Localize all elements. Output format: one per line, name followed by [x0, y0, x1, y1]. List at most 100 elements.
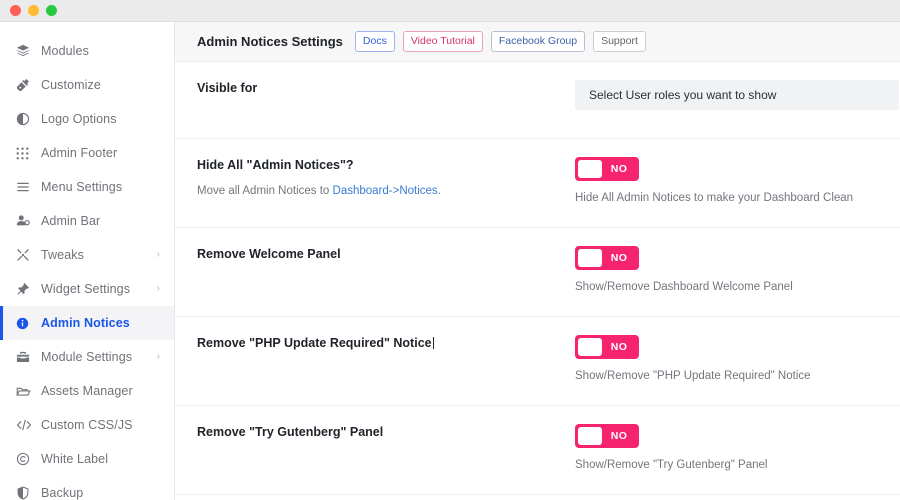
- contrast-icon: [16, 112, 33, 126]
- sidebar-item-admin-notices[interactable]: Admin Notices: [0, 306, 174, 340]
- user-roles-select[interactable]: Select User roles you want to show: [575, 80, 899, 110]
- sidebar-item-admin-bar[interactable]: Admin Bar: [0, 204, 174, 238]
- docs-button[interactable]: Docs: [355, 31, 395, 53]
- facebook-group-button[interactable]: Facebook Group: [491, 31, 585, 53]
- window-titlebar: [0, 0, 900, 22]
- sidebar-item-label: Admin Footer: [41, 146, 117, 160]
- user-roles-select-value: Select User roles you want to show: [589, 88, 776, 102]
- chevron-right-icon: ›: [157, 352, 164, 362]
- sidebar-item-label: Modules: [41, 44, 89, 58]
- sidebar: Modules Customize Logo Options Admin Foo…: [0, 22, 175, 500]
- dashboard-notices-link[interactable]: Dashboard->Notices: [333, 185, 438, 197]
- setting-label-area: Remove Welcome Panel: [197, 246, 575, 263]
- layers-icon: [16, 44, 33, 58]
- setting-label-area: Remove "PHP Update Required" Notice: [197, 335, 575, 352]
- page-header: Admin Notices Settings Docs Video Tutori…: [175, 22, 900, 62]
- setting-control-area: NO Show/Remove "PHP Update Required" Not…: [575, 335, 900, 382]
- tools-icon: [16, 248, 33, 262]
- toolbox-icon: [16, 350, 33, 364]
- sidebar-item-modules[interactable]: Modules: [0, 34, 174, 68]
- remove-try-gutenberg-panel-toggle[interactable]: NO: [575, 424, 639, 448]
- sidebar-item-white-label[interactable]: White Label: [0, 442, 174, 476]
- setting-title: Remove Welcome Panel: [197, 246, 561, 263]
- toggle-knob: [578, 249, 602, 267]
- sidebar-item-label: Menu Settings: [41, 180, 122, 194]
- hamburger-icon: [16, 180, 33, 194]
- sidebar-item-menu-settings[interactable]: Menu Settings: [0, 170, 174, 204]
- sidebar-item-label: Admin Bar: [41, 214, 100, 228]
- setting-label-area: Hide All "Admin Notices"? Move all Admin…: [197, 157, 575, 199]
- sidebar-item-label: Widget Settings: [41, 282, 130, 296]
- support-button[interactable]: Support: [593, 31, 646, 53]
- toggle-state-label: NO: [602, 430, 636, 442]
- app-body: Modules Customize Logo Options Admin Foo…: [0, 22, 900, 500]
- grid-dots-icon: [16, 146, 33, 160]
- sidebar-item-label: Admin Notices: [41, 316, 130, 330]
- setting-title: Visible for: [197, 80, 561, 97]
- sidebar-item-widget-settings[interactable]: Widget Settings ›: [0, 272, 174, 306]
- sidebar-item-customize[interactable]: Customize: [0, 68, 174, 102]
- setting-row-remove-try-gutenberg-panel: Remove "Try Gutenberg" Panel NO Show/Rem…: [175, 406, 900, 495]
- toggle-knob: [578, 338, 602, 356]
- setting-title: Hide All "Admin Notices"?: [197, 157, 561, 174]
- setting-control-area: Select User roles you want to show: [575, 80, 900, 110]
- sidebar-item-logo-options[interactable]: Logo Options: [0, 102, 174, 136]
- sidebar-item-label: Customize: [41, 78, 101, 92]
- sidebar-item-module-settings[interactable]: Module Settings ›: [0, 340, 174, 374]
- setting-control-area: NO Show/Remove "Try Gutenberg" Panel: [575, 424, 900, 471]
- sidebar-item-label: Backup: [41, 486, 83, 500]
- user-gear-icon: [16, 214, 33, 228]
- copyright-icon: [16, 452, 33, 466]
- chevron-right-icon: ›: [157, 250, 164, 260]
- video-tutorial-button[interactable]: Video Tutorial: [403, 31, 483, 53]
- setting-title-text: Remove "PHP Update Required" Notice: [197, 336, 432, 350]
- setting-title: Remove "PHP Update Required" Notice: [197, 335, 561, 352]
- sidebar-item-label: Tweaks: [41, 248, 84, 262]
- setting-row-remove-welcome-panel: Remove Welcome Panel NO Show/Remove Dash…: [175, 228, 900, 317]
- main-content: Admin Notices Settings Docs Video Tutori…: [175, 22, 900, 500]
- sidebar-item-label: White Label: [41, 452, 108, 466]
- setting-control-area: NO Show/Remove Dashboard Welcome Panel: [575, 246, 900, 293]
- pin-icon: [16, 282, 33, 296]
- toggle-description: Show/Remove "Try Gutenberg" Panel: [575, 459, 890, 471]
- folder-icon: [16, 384, 33, 398]
- setting-label-area: Remove "Try Gutenberg" Panel: [197, 424, 575, 441]
- minimize-button[interactable]: [28, 5, 39, 16]
- setting-description-suffix: .: [438, 185, 441, 197]
- paint-roller-icon: [16, 78, 33, 92]
- setting-title: Remove "Try Gutenberg" Panel: [197, 424, 561, 441]
- close-button[interactable]: [10, 5, 21, 16]
- setting-control-area: NO Hide All Admin Notices to make your D…: [575, 157, 900, 204]
- remove-php-update-notice-toggle[interactable]: NO: [575, 335, 639, 359]
- zoom-button[interactable]: [46, 5, 57, 16]
- sidebar-item-assets-manager[interactable]: Assets Manager: [0, 374, 174, 408]
- toggle-state-label: NO: [602, 252, 636, 264]
- shield-icon: [16, 486, 33, 500]
- setting-label-area: Visible for: [197, 80, 575, 97]
- setting-row-remove-php-update-notice: Remove "PHP Update Required" Notice NO S…: [175, 317, 900, 406]
- setting-row-visible-for: Visible for Select User roles you want t…: [175, 62, 900, 139]
- remove-welcome-panel-toggle[interactable]: NO: [575, 246, 639, 270]
- setting-description-prefix: Move all Admin Notices to: [197, 185, 333, 197]
- toggle-description: Show/Remove Dashboard Welcome Panel: [575, 281, 890, 293]
- toggle-knob: [578, 427, 602, 445]
- sidebar-item-label: Assets Manager: [41, 384, 133, 398]
- text-cursor: [433, 337, 434, 349]
- sidebar-item-admin-footer[interactable]: Admin Footer: [0, 136, 174, 170]
- settings-rows: Visible for Select User roles you want t…: [175, 62, 900, 495]
- hide-all-admin-notices-toggle[interactable]: NO: [575, 157, 639, 181]
- sidebar-item-label: Module Settings: [41, 350, 132, 364]
- page-title: Admin Notices Settings: [197, 34, 343, 49]
- sidebar-item-custom-css-js[interactable]: Custom CSS/JS: [0, 408, 174, 442]
- toggle-description: Hide All Admin Notices to make your Dash…: [575, 192, 890, 204]
- chevron-right-icon: ›: [157, 284, 164, 294]
- app-window: Modules Customize Logo Options Admin Foo…: [0, 0, 900, 500]
- toggle-state-label: NO: [602, 163, 636, 175]
- info-circle-icon: [16, 316, 33, 330]
- sidebar-item-tweaks[interactable]: Tweaks ›: [0, 238, 174, 272]
- sidebar-item-backup[interactable]: Backup: [0, 476, 174, 500]
- toggle-knob: [578, 160, 602, 178]
- setting-description: Move all Admin Notices to Dashboard->Not…: [197, 183, 561, 199]
- toggle-state-label: NO: [602, 341, 636, 353]
- sidebar-item-label: Logo Options: [41, 112, 117, 126]
